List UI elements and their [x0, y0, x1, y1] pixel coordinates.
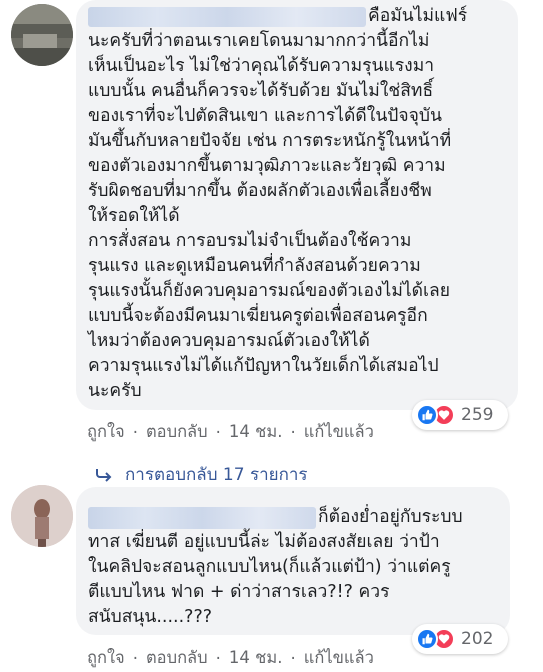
- comment-bubble: คือมันไม่แฟร์ นะครับที่ว่าตอนเราเคยโดนมา…: [76, 0, 518, 410]
- reaction-count: 202: [461, 629, 494, 649]
- reply-arrow-icon: [95, 468, 113, 482]
- comment-text-line: นะครับที่ว่าตอนเราเคยโดนมามากกว่านี้อีกไ…: [88, 31, 430, 51]
- commenter-avatar[interactable]: [11, 485, 73, 547]
- separator-dot: ·: [132, 648, 138, 668]
- separator-dot: ·: [290, 422, 296, 442]
- comment-text-line: คือมันไม่แฟร์: [368, 6, 468, 26]
- comment-text-line: ทาส เฆี่ยนตี อยู่แบบนี้ล่ะ ไม่ต้องสงสัยเ…: [88, 532, 440, 552]
- reply-button[interactable]: ตอบกลับ: [146, 419, 208, 445]
- reaction-summary[interactable]: 202: [412, 624, 508, 654]
- like-reaction-icon: [416, 628, 438, 650]
- separator-dot: ·: [290, 648, 296, 668]
- comment-text-line: รับผิดชอบที่มากขึ้น ต้องผลักตัวเองเพื่อเ…: [88, 181, 432, 201]
- comment-text-line: ให้รอดให้ได้: [88, 206, 180, 226]
- replies-count-label: การตอบกลับ 17 รายการ: [125, 465, 308, 485]
- redacted-commenter-name[interactable]: [88, 7, 366, 27]
- edited-label[interactable]: แก้ไขแล้ว: [304, 645, 374, 671]
- comment-text-line: ความรุนแรงไม่ได้แก้ปัญหาในวัยเด็กได้เสมอ…: [88, 356, 439, 376]
- timestamp-link[interactable]: 14 ชม.: [229, 419, 283, 445]
- comment-text-line: ตีแบบไหน ฟาด + ด่าว่าสารเลว?!? ควร: [88, 582, 390, 602]
- comment-text-line: ก็ต้องย่ำอยู่กับระบบ: [318, 507, 463, 527]
- comment-text-line: การสั่งสอน การอบรมไม่จำเป็นต้องใช้ความ: [88, 231, 412, 251]
- comment-text-line: แบบนี้จะต้องมีคนมาเฆี่ยนครูต่อเพื่อสอนคร…: [88, 306, 428, 326]
- comment-text-line: นะครับ: [88, 381, 142, 401]
- view-replies-link[interactable]: การตอบกลับ 17 รายการ: [95, 461, 308, 488]
- reply-button[interactable]: ตอบกลับ: [146, 645, 208, 671]
- like-button[interactable]: ถูกใจ: [87, 419, 125, 445]
- like-button[interactable]: ถูกใจ: [87, 645, 125, 671]
- separator-dot: ·: [215, 648, 221, 668]
- comment-bubble: ก็ต้องย่ำอยู่กับระบบ ทาส เฆี่ยนตี อยู่แบ…: [76, 487, 510, 635]
- separator-dot: ·: [132, 422, 138, 442]
- comment-text-line: ไหมว่าต้องควบคุมอารมณ์ตัวเองให้ได้: [88, 331, 370, 351]
- like-reaction-icon: [416, 404, 438, 426]
- comment-text-line: แบบนั้น คนอื่นก็ควรจะได้รับด้วย มันไม่ใช…: [88, 81, 434, 101]
- commenter-avatar[interactable]: [11, 4, 73, 66]
- comment-text-line: รุนแรง และดูเหมือนคนที่กำลังสอนด้วยความ: [88, 256, 421, 276]
- redacted-commenter-name[interactable]: [88, 507, 316, 529]
- edited-label[interactable]: แก้ไขแล้ว: [304, 419, 374, 445]
- comment-text-line: มันขึ้นกับหลายปัจจัย เช่น การตระหนักรู้ใ…: [88, 131, 452, 151]
- comment-text-line: รุนแรงนั้นก็ยังควบคุมอารมณ์ของตัวเองไม่ไ…: [88, 281, 451, 301]
- timestamp-link[interactable]: 14 ชม.: [229, 645, 283, 671]
- reaction-count: 259: [461, 405, 494, 425]
- separator-dot: ·: [215, 422, 221, 442]
- comment-text-line: สนับสนุน.....???: [88, 607, 213, 627]
- comment-text-line: เห็นเป็นอะไร ไม่ใช่ว่าคุณได้รับความรุนแร…: [88, 56, 435, 76]
- comment-actions: ถูกใจ · ตอบกลับ · 14 ชม. · แก้ไขแล้ว: [87, 419, 374, 445]
- comment-text-line: ในคลิปจะสอนลูกแบบไหน(ก็แล้วแต่ป้า) ว่าแต…: [88, 557, 451, 577]
- comment-text-line: ของเราที่จะไปตัดสินเขา และการได้ดีในปัจจ…: [88, 106, 442, 126]
- comment-actions: ถูกใจ · ตอบกลับ · 14 ชม. · แก้ไขแล้ว: [87, 645, 374, 671]
- reaction-summary[interactable]: 259: [412, 400, 508, 430]
- comment-text-line: ของตัวเองมากขึ้นตามวุฒิภาวะและวัยวุฒิ คว…: [88, 156, 446, 176]
